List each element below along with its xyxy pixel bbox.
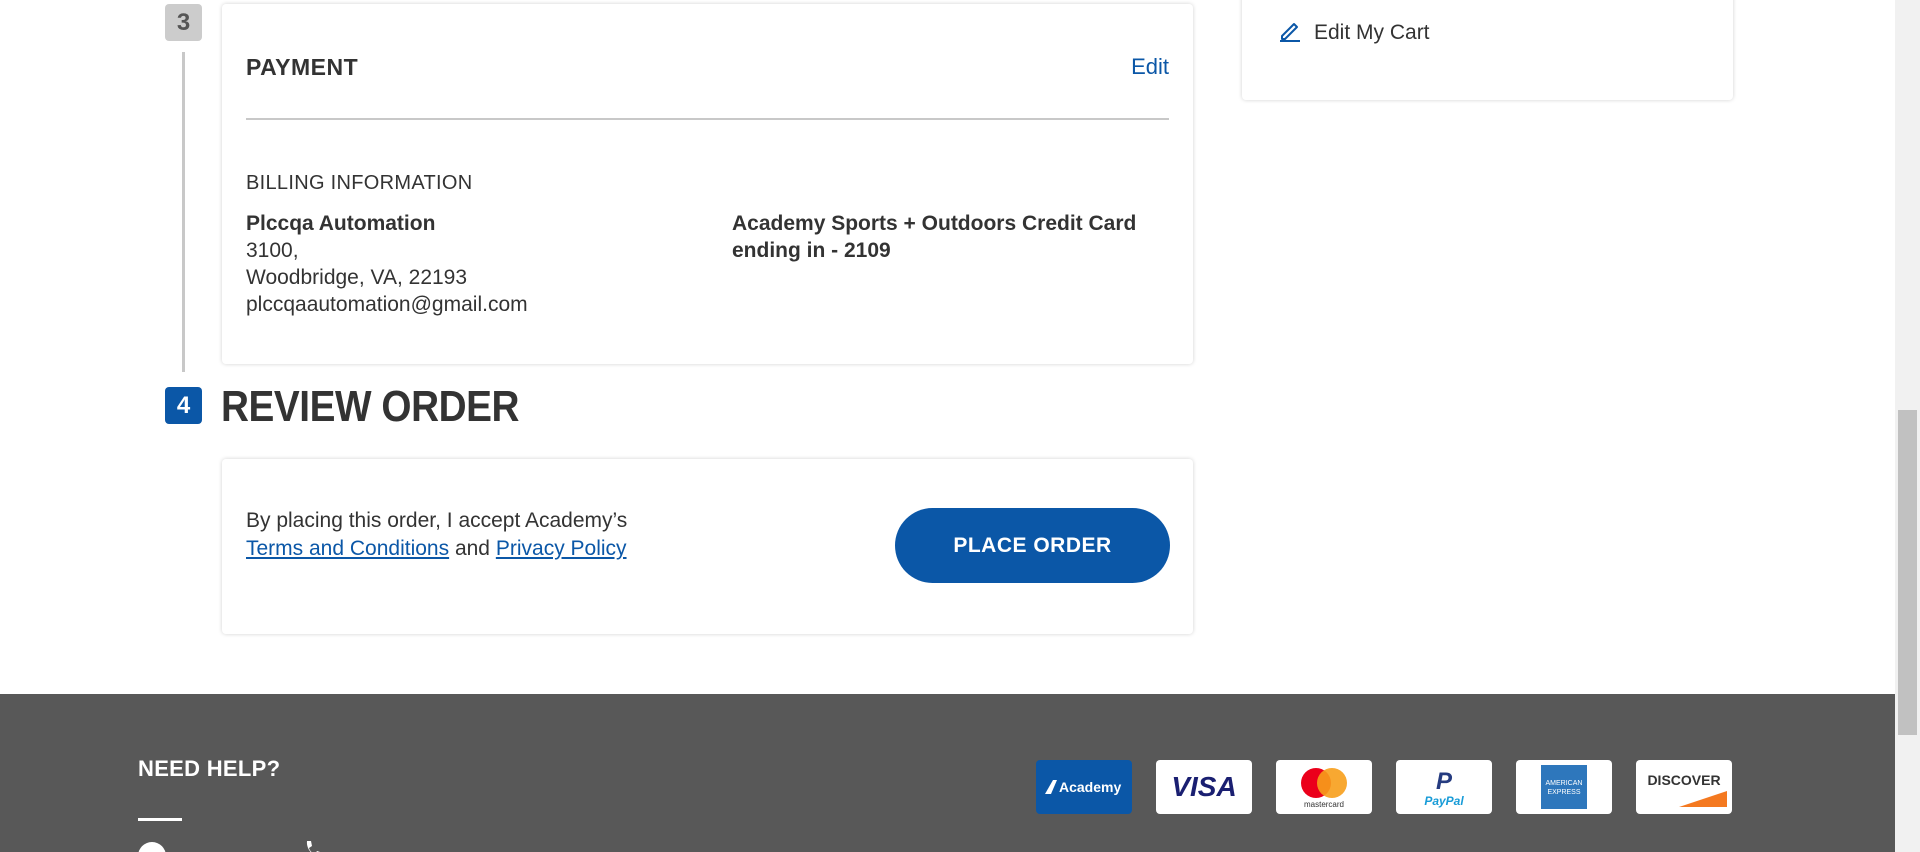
- review-section: By placing this order, I accept Academy’…: [222, 459, 1193, 634]
- billing-address: Plccqa Automation 3100, Woodbridge, VA, …: [246, 210, 528, 318]
- payment-methods: Academy VISA mastercard P PayPal AMERICA…: [1036, 760, 1732, 814]
- payment-title: PAYMENT: [246, 54, 359, 80]
- payment-edit-link[interactable]: Edit: [1131, 54, 1169, 80]
- svg-text:EXPRESS: EXPRESS: [1547, 789, 1580, 796]
- terms-link[interactable]: Terms and Conditions: [246, 537, 449, 560]
- chat-icon[interactable]: [138, 842, 166, 852]
- payment-divider: [246, 118, 1169, 120]
- edit-cart-label: Edit My Cart: [1314, 21, 1430, 44]
- need-help-underline: [138, 818, 182, 821]
- place-order-button[interactable]: PLACE ORDER: [895, 508, 1170, 583]
- step-3-badge: 3: [165, 4, 202, 41]
- and-text: and: [454, 537, 490, 560]
- billing-name: Plccqa Automation: [246, 212, 436, 235]
- svg-text:mastercard: mastercard: [1304, 800, 1344, 809]
- payment-section: PAYMENT Edit BILLING INFORMATION Plccqa …: [222, 4, 1193, 364]
- svg-text:VISA: VISA: [1171, 772, 1236, 802]
- billing-email: plccqaautomation@gmail.com: [246, 293, 528, 316]
- svg-text:Academy: Academy: [1059, 779, 1121, 795]
- order-summary-card: Edit My Cart: [1242, 0, 1733, 100]
- billing-title: BILLING INFORMATION: [246, 172, 473, 194]
- payment-card-info: Academy Sports + Outdoors Credit Card en…: [732, 210, 1172, 264]
- review-order-heading: REVIEW ORDER: [221, 382, 520, 431]
- step-rail: [182, 52, 185, 372]
- edit-cart-link[interactable]: Edit My Cart: [1278, 18, 1430, 48]
- visa-logo: VISA: [1156, 760, 1252, 814]
- card-name: Academy Sports + Outdoors Credit Card: [732, 212, 1137, 235]
- privacy-link[interactable]: Privacy Policy: [496, 537, 627, 560]
- pencil-icon: [1278, 18, 1302, 48]
- card-ending: ending in - 2109: [732, 239, 891, 262]
- order-terms-text: By placing this order, I accept Academy’…: [246, 507, 627, 563]
- academy-card-logo: Academy: [1036, 760, 1132, 814]
- svg-text:PayPal: PayPal: [1424, 794, 1464, 808]
- paypal-logo: P PayPal: [1396, 760, 1492, 814]
- billing-address-line1: 3100,: [246, 239, 299, 262]
- phone-icon[interactable]: [304, 840, 320, 852]
- need-help-heading: NEED HELP?: [138, 756, 281, 781]
- svg-text:DISCOVER: DISCOVER: [1647, 772, 1720, 788]
- svg-text:AMERICAN: AMERICAN: [1546, 780, 1583, 787]
- footer: NEED HELP? Academy VISA mastercard P Pay…: [0, 694, 1895, 852]
- accept-text: By placing this order, I accept Academy’…: [246, 509, 628, 532]
- billing-address-line2: Woodbridge, VA, 22193: [246, 266, 468, 289]
- scrollbar-thumb[interactable]: [1898, 410, 1917, 735]
- amex-logo: AMERICAN EXPRESS: [1516, 760, 1612, 814]
- mastercard-logo: mastercard: [1276, 760, 1372, 814]
- svg-text:P: P: [1436, 768, 1453, 795]
- step-4-badge: 4: [165, 387, 202, 424]
- discover-logo: DISCOVER: [1636, 760, 1732, 814]
